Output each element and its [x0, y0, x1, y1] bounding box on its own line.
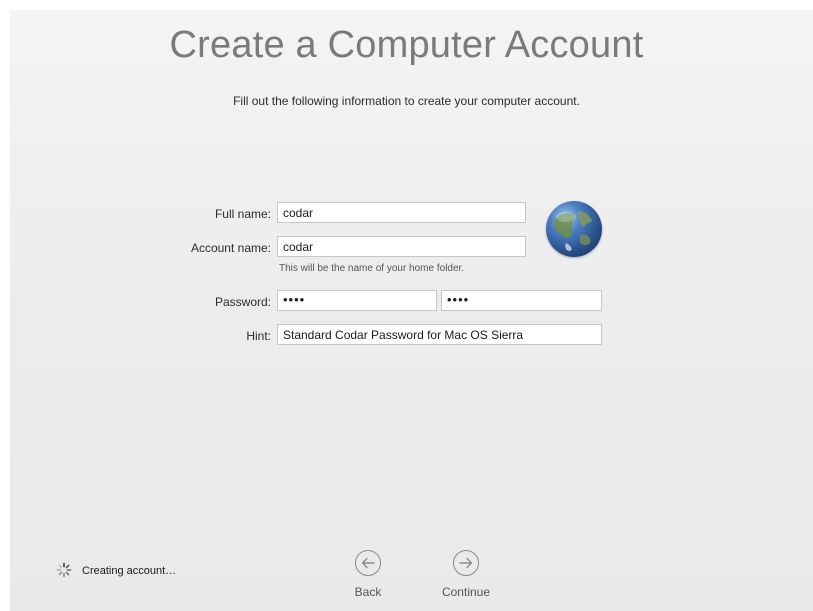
back-button-label: Back — [354, 585, 382, 599]
globe-icon[interactable] — [546, 201, 602, 257]
back-button[interactable]: Back — [338, 550, 398, 599]
page-title: Create a Computer Account — [169, 24, 644, 66]
full-name-label: Full name: — [214, 207, 271, 221]
full-name-field[interactable]: codar — [277, 202, 526, 223]
page-subtitle: Fill out the following information to cr… — [233, 94, 580, 108]
spinner-icon — [56, 562, 72, 578]
password-field[interactable]: •••• — [277, 290, 437, 311]
password-label: Password: — [214, 295, 271, 309]
arrow-right-icon — [453, 550, 479, 576]
account-name-field[interactable]: codar — [277, 236, 526, 257]
status-text: Creating account… — [82, 565, 177, 577]
arrow-left-icon — [355, 550, 381, 576]
continue-button[interactable]: Continue — [436, 550, 496, 599]
hint-field[interactable]: Standard Codar Password for Mac OS Sierr… — [277, 324, 602, 345]
continue-button-label: Continue — [441, 585, 491, 599]
verify-password-field[interactable]: •••• — [441, 290, 602, 311]
account-name-help-text: This will be the name of your home folde… — [279, 263, 465, 274]
hint-label: Hint: — [246, 329, 271, 343]
account-name-label: Account name: — [190, 241, 271, 255]
